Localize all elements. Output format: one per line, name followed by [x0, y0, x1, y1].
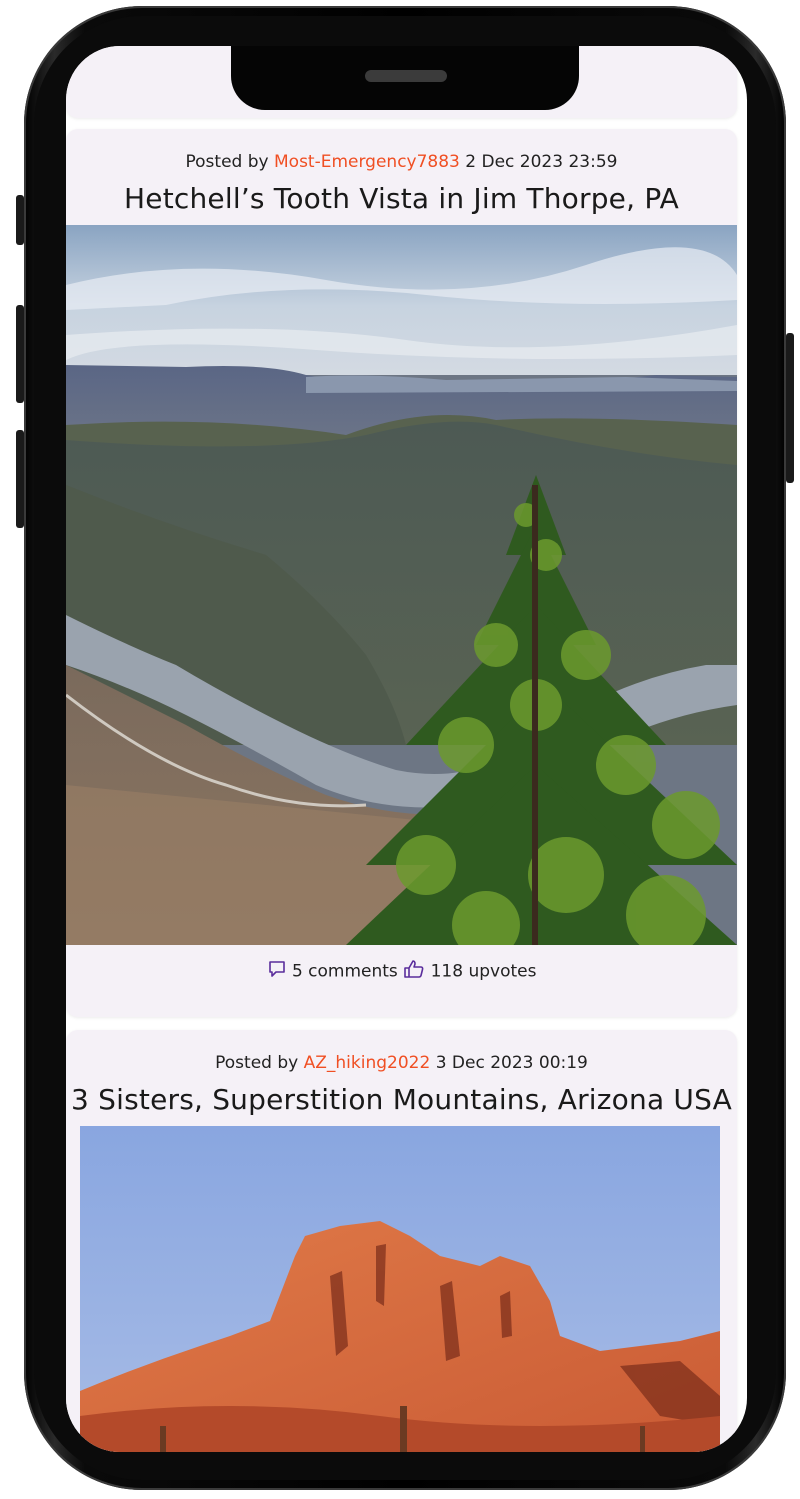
post-image[interactable] — [80, 1126, 720, 1452]
power-button — [786, 333, 794, 483]
post-author-link[interactable]: AZ_hiking2022 — [304, 1053, 431, 1073]
speech-bubble-icon[interactable] — [267, 959, 287, 984]
post-author-link[interactable]: Most-Emergency7883 — [274, 152, 460, 172]
volume-up-button — [16, 305, 24, 403]
post-date: 2 Dec 2023 23:59 — [465, 152, 618, 172]
silent-switch — [16, 195, 24, 245]
post-card[interactable]: Posted by AZ_hiking2022 3 Dec 2023 00:19… — [66, 1030, 737, 1452]
posted-by-label: Posted by — [185, 152, 269, 172]
post-title[interactable]: 3 Sisters, Superstition Mountains, Arizo… — [66, 1083, 737, 1116]
speaker-grille — [365, 70, 447, 82]
post-card[interactable]: Posted by Most-Emergency7883 2 Dec 2023 … — [66, 129, 737, 1017]
post-image[interactable] — [66, 225, 737, 945]
post-meta: Posted by AZ_hiking2022 3 Dec 2023 00:19 — [66, 1053, 737, 1073]
post-title[interactable]: Hetchell’s Tooth Vista in Jim Thorpe, PA — [66, 182, 737, 215]
volume-down-button — [16, 430, 24, 528]
post-date: 3 Dec 2023 00:19 — [435, 1053, 588, 1073]
phone-notch — [231, 46, 579, 110]
post-meta: Posted by Most-Emergency7883 2 Dec 2023 … — [66, 152, 737, 172]
comments-count[interactable]: 5 comments — [292, 962, 398, 982]
posted-by-label: Posted by — [215, 1053, 299, 1073]
upvotes-count[interactable]: 118 upvotes — [431, 962, 537, 982]
thumbs-up-icon[interactable] — [403, 959, 425, 984]
screen: Posted by Most-Emergency7883 2 Dec 2023 … — [66, 46, 747, 1452]
post-stats: 5 comments 118 upvotes — [66, 959, 737, 984]
